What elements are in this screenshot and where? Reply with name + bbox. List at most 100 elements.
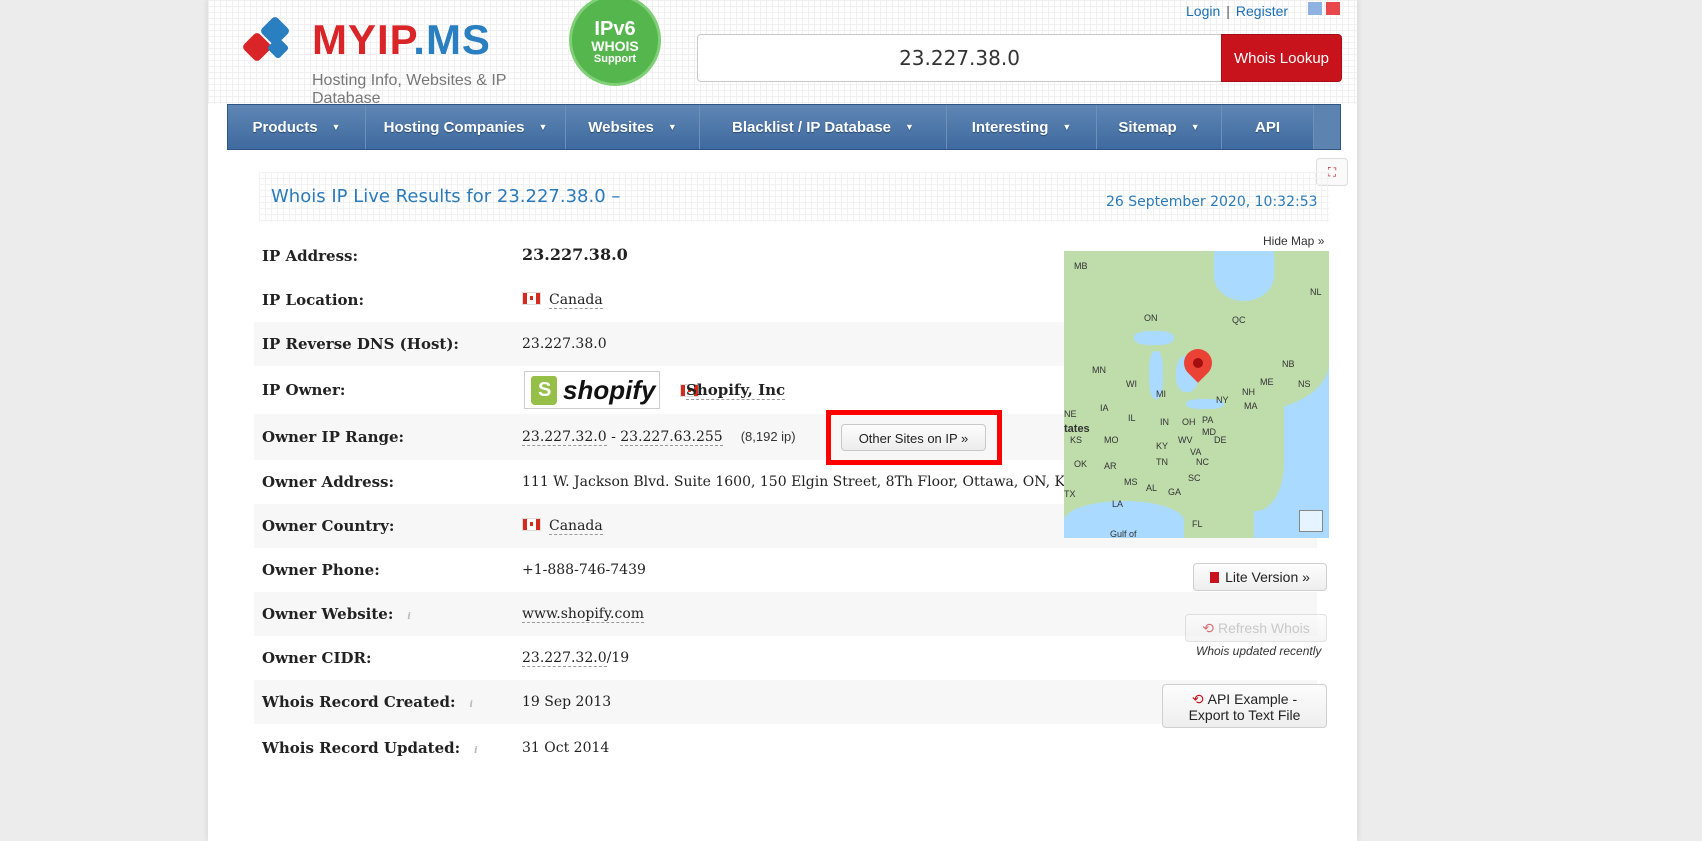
logo-tagline: Hosting Info, Websites & IP Database bbox=[312, 72, 507, 107]
nav-item-sitemap[interactable]: Sitemap ▼ bbox=[1097, 105, 1222, 149]
map-label: NE bbox=[1064, 409, 1077, 419]
owner-country-link[interactable]: Canada bbox=[549, 518, 603, 535]
hide-map-link[interactable]: Hide Map » bbox=[1263, 234, 1324, 248]
nav-item-blacklist[interactable]: Blacklist / IP Database ▼ bbox=[700, 105, 947, 149]
map-label: MS bbox=[1124, 477, 1138, 487]
nav-item-products[interactable]: Products ▼ bbox=[228, 105, 366, 149]
info-icon[interactable]: i bbox=[469, 700, 472, 710]
map-label: OH bbox=[1182, 417, 1196, 427]
map-label: VA bbox=[1190, 447, 1202, 457]
map-label: IN bbox=[1160, 417, 1169, 427]
top-links: Login | Register bbox=[1186, 3, 1289, 19]
whois-updated-note: Whois updated recently bbox=[1196, 644, 1322, 658]
map-label: MB bbox=[1074, 261, 1088, 271]
canada-flag-icon bbox=[522, 518, 541, 531]
row-owner-phone: Owner Phone: +1-888-746-7439 bbox=[254, 548, 1317, 592]
map-label: NB bbox=[1282, 359, 1295, 369]
caret-down-icon: ▼ bbox=[1190, 122, 1200, 132]
map-label: LA bbox=[1112, 499, 1124, 509]
info-icon[interactable]: i bbox=[474, 746, 477, 756]
lite-version-button[interactable]: Lite Version » bbox=[1193, 563, 1327, 591]
map-label: GA bbox=[1168, 487, 1182, 497]
map-label: IL bbox=[1128, 413, 1136, 423]
caret-down-icon: ▼ bbox=[667, 122, 677, 132]
map-label: SC bbox=[1188, 473, 1201, 483]
refresh-icon: ⟲ bbox=[1202, 620, 1214, 636]
row-record-created: Whois Record Created: i 19 Sep 2013 bbox=[254, 680, 1317, 724]
map-lake bbox=[1134, 331, 1174, 345]
row-record-updated: Whois Record Updated: i 31 Oct 2014 bbox=[254, 726, 1317, 770]
map-label: AL bbox=[1146, 483, 1158, 493]
owner-phone-value: +1-888-746-7439 bbox=[522, 562, 646, 578]
results-date: 26 September 2020, 10:32:53 bbox=[1106, 194, 1318, 210]
site-logo[interactable]: MYIP.MS Hosting Info, Websites & IP Data… bbox=[240, 10, 560, 107]
shopify-logo[interactable]: shopify bbox=[524, 371, 660, 409]
ip-location-link[interactable]: Canada bbox=[549, 292, 603, 309]
map-label: MI bbox=[1156, 389, 1166, 399]
map-label: tates bbox=[1064, 423, 1090, 435]
reverse-dns-value: 23.227.38.0 bbox=[522, 336, 607, 352]
api-example-button[interactable]: ⟲ API Example - Export to Text File bbox=[1162, 684, 1327, 728]
map-label: QC bbox=[1232, 315, 1246, 325]
map-label: Gulf of bbox=[1110, 529, 1137, 538]
map-label: NH bbox=[1242, 387, 1255, 397]
highlight-box bbox=[826, 410, 1002, 465]
map-label: MO bbox=[1104, 435, 1119, 445]
owner-website-link[interactable]: www.shopify.com bbox=[522, 606, 645, 623]
map-label: ME bbox=[1260, 377, 1274, 387]
map-label: ON bbox=[1144, 313, 1158, 323]
row-owner-cidr: Owner CIDR: 23.227.32.0/19 bbox=[262, 649, 630, 667]
canada-flag-icon bbox=[522, 292, 541, 305]
record-created-value: 19 Sep 2013 bbox=[522, 694, 612, 710]
map-label: IA bbox=[1100, 403, 1109, 413]
range-end-link[interactable]: 23.227.63.255 bbox=[620, 429, 723, 446]
map-label: PA bbox=[1202, 415, 1214, 425]
nav-item-hosting-companies[interactable]: Hosting Companies ▼ bbox=[366, 105, 566, 149]
caret-down-icon: ▼ bbox=[331, 122, 341, 132]
language-flag-icon[interactable] bbox=[1308, 2, 1322, 15]
map-label: MN bbox=[1092, 365, 1106, 375]
expand-map-icon[interactable] bbox=[1299, 510, 1323, 532]
search-input[interactable]: 23.227.38.0 bbox=[697, 34, 1222, 82]
login-link[interactable]: Login bbox=[1186, 3, 1220, 19]
ip-count: (8,192 ip) bbox=[740, 429, 796, 444]
refresh-icon: ⟲ bbox=[1191, 691, 1204, 707]
map-label: FL bbox=[1192, 519, 1203, 529]
nav-item-interesting[interactable]: Interesting ▼ bbox=[947, 105, 1097, 149]
map-label: OK bbox=[1074, 459, 1088, 469]
caret-down-icon: ▼ bbox=[1062, 122, 1072, 132]
map-lake bbox=[1214, 251, 1274, 301]
nav-item-api[interactable]: API bbox=[1222, 105, 1314, 149]
range-start-link[interactable]: 23.227.32.0 bbox=[522, 429, 607, 446]
map-label: NL bbox=[1310, 287, 1322, 297]
results-title: Whois IP Live Results for 23.227.38.0 – bbox=[271, 186, 621, 207]
logo-text: MYIP.MS bbox=[312, 16, 491, 63]
shopping-bag-icon bbox=[531, 376, 557, 405]
map-label: NS bbox=[1298, 379, 1311, 389]
owner-address-value: 111 W. Jackson Blvd. Suite 1600, 150 Elg… bbox=[522, 474, 1064, 490]
caret-down-icon: ▼ bbox=[905, 122, 914, 132]
map-label: TX bbox=[1064, 489, 1076, 499]
main-nav: Products ▼ Hosting Companies ▼ Websites ▼ B… bbox=[227, 104, 1341, 150]
info-icon[interactable]: i bbox=[407, 612, 410, 622]
map-label: WI bbox=[1126, 379, 1137, 389]
owner-name-link[interactable]: Shopify, Inc bbox=[686, 381, 786, 400]
register-link[interactable]: Register bbox=[1236, 3, 1288, 19]
map-label: NY bbox=[1216, 395, 1229, 405]
row-owner-website: Owner Website: i www.shopify.com bbox=[254, 592, 1317, 636]
map-label: KS bbox=[1070, 435, 1083, 445]
map-label: KY bbox=[1156, 441, 1169, 451]
nav-item-websites[interactable]: Websites ▼ bbox=[566, 105, 700, 149]
cidr-ip-link[interactable]: 23.227.32.0 bbox=[522, 650, 607, 667]
map-label: WV bbox=[1178, 435, 1193, 445]
whois-lookup-button[interactable]: Whois Lookup bbox=[1221, 34, 1342, 82]
location-map[interactable]: MB ON QC NL MN WI MI NB ME NS NH MA NY P… bbox=[1064, 251, 1329, 538]
nav-filler bbox=[1314, 105, 1340, 149]
map-label: NC bbox=[1196, 457, 1209, 467]
record-updated-value: 31 Oct 2014 bbox=[522, 740, 610, 756]
logo-diamond-icon bbox=[243, 17, 289, 61]
language-flag-icon[interactable] bbox=[1326, 2, 1340, 15]
map-label: TN bbox=[1156, 457, 1168, 467]
refresh-whois-button[interactable]: ⟲ Refresh Whois bbox=[1185, 614, 1327, 642]
map-label: DE bbox=[1214, 435, 1227, 445]
